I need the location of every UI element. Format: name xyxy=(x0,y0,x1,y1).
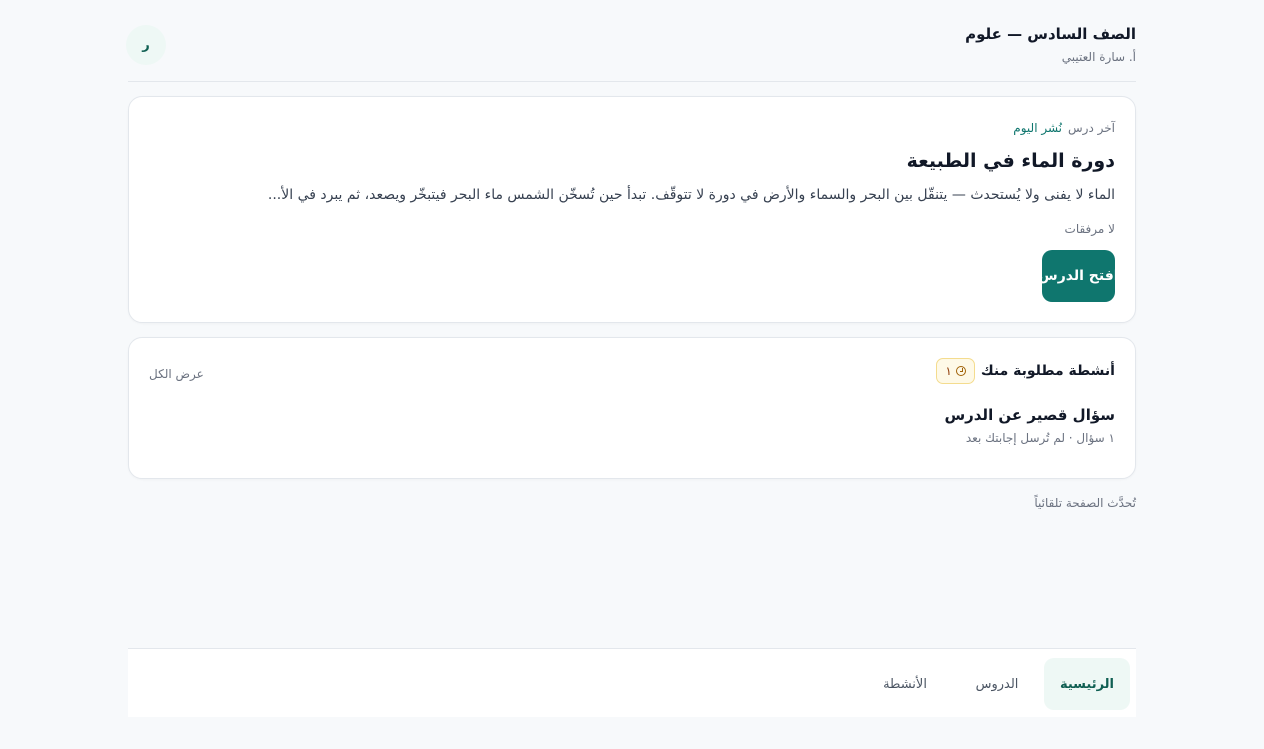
view-all-link[interactable]: عرض الكل xyxy=(149,366,204,382)
auto-refresh-note: تُحدَّث الصفحة تلقائياً xyxy=(1034,496,1136,510)
activity-meta: ١ سؤال · لم تُرسل إجابتك بعد xyxy=(965,431,1115,445)
activity-item[interactable]: سؤال قصير عن الدرس ١ سؤال · لم تُرسل إجا… xyxy=(944,404,1115,446)
nav-home[interactable]: الرئيسية xyxy=(1044,658,1130,710)
published-status: نُشر اليوم xyxy=(1013,121,1063,135)
main-container: الصف السادس — علوم أ. سارة العتيبي ر آخر… xyxy=(126,0,1136,510)
lesson-title: دورة الماء في الطبيعة xyxy=(906,150,1115,172)
open-lesson-button[interactable]: افتح الدرس xyxy=(1042,250,1115,302)
clock-icon xyxy=(955,366,966,376)
lesson-excerpt: الماء لا يفنى ولا يُستحدث — يتنقّل بين ا… xyxy=(267,187,1115,203)
class-title: الصف السادس — علوم xyxy=(965,25,1136,43)
latest-lesson-card: آخر درس نُشر اليوم دورة الماء في الطبيعة… xyxy=(128,96,1136,323)
latest-lesson-label: آخر درس xyxy=(1068,121,1115,135)
bottom-nav: الرئيسية الدروس الأنشطة xyxy=(128,648,1136,717)
page-header: الصف السادس — علوم أ. سارة العتيبي ر xyxy=(126,0,1136,82)
student-home-page: الصف السادس — علوم أ. سارة العتيبي ر آخر… xyxy=(0,0,1264,749)
pending-count-badge: ١ xyxy=(936,358,975,384)
avatar[interactable]: ر xyxy=(126,25,166,65)
activities-header: أنشطة مطلوبة منك ١ xyxy=(936,358,1115,384)
attachments-status: لا مرفقات xyxy=(1064,222,1115,236)
header-titles: الصف السادس — علوم أ. سارة العتيبي xyxy=(965,24,1136,65)
nav-activities[interactable]: الأنشطة xyxy=(860,658,950,710)
teacher-name: أ. سارة العتيبي xyxy=(1061,50,1136,64)
lesson-meta: آخر درس نُشر اليوم xyxy=(1013,120,1115,136)
activity-title: سؤال قصير عن الدرس xyxy=(944,406,1115,424)
activities-title: أنشطة مطلوبة منك xyxy=(980,363,1115,379)
pending-count: ١ xyxy=(945,364,952,378)
nav-lessons[interactable]: الدروس xyxy=(958,658,1036,710)
required-activities-card: أنشطة مطلوبة منك ١ عرض الكل سؤال قصير عن… xyxy=(128,337,1136,479)
